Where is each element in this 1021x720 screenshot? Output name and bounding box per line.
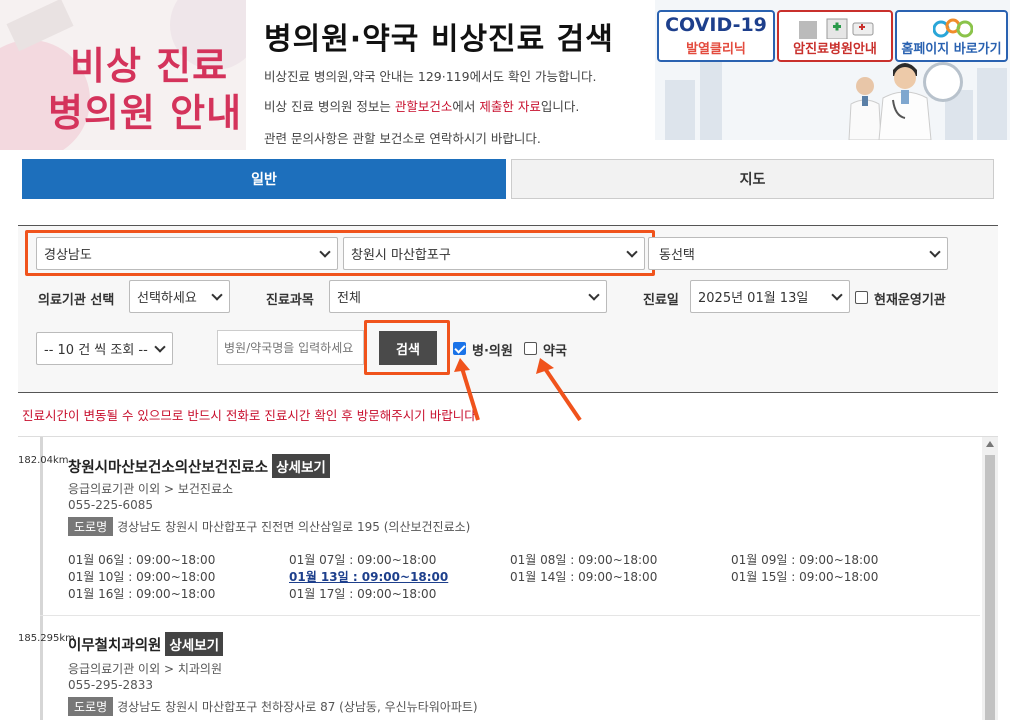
hours-entry: 01월 08일 : 09:00~18:00: [510, 553, 658, 567]
date-select-value: 2025년 01월 13일: [698, 291, 809, 306]
tab-map[interactable]: 지도: [511, 159, 994, 199]
timeline-divider: [40, 437, 43, 720]
divider: [40, 615, 980, 616]
facility-phone: 055-225-6085: [68, 498, 154, 512]
dong-select-value: 동선택: [659, 248, 695, 263]
chevron-down-icon: [831, 289, 843, 301]
facility-address: 도로명 경상남도 창원시 마산합포구 진전면 의산삼일로 195 (의산보건진료소…: [68, 517, 470, 536]
province-select-value: 경상남도: [44, 248, 92, 263]
open-now-label: 현재운영기관: [874, 293, 946, 308]
facility-address: 도로명 경상남도 창원시 마산합포구 천하장사로 87 (상남동, 우신뉴타워아파…: [68, 697, 478, 716]
department-select[interactable]: 전체: [329, 280, 607, 313]
hours-entry-today[interactable]: 01월 13일 : 09:00~18:00: [289, 568, 448, 585]
address-text: 경상남도 창원시 마산합포구 천하장사로 87 (상남동, 우신뉴타워아파트): [117, 700, 478, 714]
search-button[interactable]: 검색: [379, 331, 437, 365]
address-text: 경상남도 창원시 마산합포구 진전면 의산삼일로 195 (의산보건진료소): [117, 520, 471, 534]
facility-name: 이무철치과의원 상세보기: [68, 632, 224, 656]
page-size-select-value: -- 10 건 씩 조회 --: [44, 343, 148, 358]
facility-type: 응급의료기관 이외 > 보건진료소: [68, 482, 234, 496]
header-logo-banner: 비상 진료 병의원 안내: [0, 0, 246, 150]
hours-entry: 01월 09일 : 09:00~18:00: [731, 553, 879, 567]
page-title: 병의원·약국 비상진료 검색: [264, 22, 614, 57]
hospital-checkbox[interactable]: [453, 342, 466, 355]
department-select-value: 전체: [337, 291, 361, 306]
facility-select-value: 선택하세요: [137, 291, 197, 306]
info-text-1: 비상진료 병의원,약국 안내는 129·119에서도 확인 가능합니다.: [264, 69, 597, 84]
building-graphic: [700, 60, 722, 140]
facility-name-text: 창원시마산보건소의산보건진료소: [68, 460, 269, 476]
facility-phone: 055-295-2833: [68, 678, 154, 692]
facility-name: 창원시마산보건소의산보건진료소 상세보기: [68, 454, 330, 478]
department-label: 진료과목: [266, 293, 314, 308]
results-list: 182.04km 창원시마산보건소의산보건진료소 상세보기 응급의료기관 이외 >…: [18, 436, 998, 720]
road-name-tag: 도로명: [68, 517, 114, 536]
facility-label: 의료기관 선택: [38, 293, 115, 308]
hours-entry: 01월 10일 : 09:00~18:00: [68, 570, 216, 584]
road-name-tag: 도로명: [68, 697, 114, 716]
building-graphic: [665, 80, 695, 140]
chevron-down-icon: [929, 246, 941, 258]
hours-entry: 01월 06일 : 09:00~18:00: [68, 553, 216, 567]
scroll-up-arrow-icon[interactable]: [986, 441, 994, 447]
hospital-icon: [799, 18, 874, 39]
province-select[interactable]: 경상남도: [36, 237, 338, 270]
pharmacy-checkbox-label: 약국: [543, 344, 567, 359]
cancer-hospital-banner[interactable]: 암진료병원안내: [777, 10, 893, 62]
date-label: 진료일: [643, 293, 679, 308]
building-graphic: [977, 68, 1007, 140]
chevron-down-icon: [154, 341, 166, 353]
info-text-2: 비상 진료 병의원 정보는 관할보건소에서 제출한 자료입니다.: [264, 99, 580, 114]
info-text-3: 관련 문의사항은 관할 보건소로 연락하시기 바랍니다.: [264, 131, 541, 146]
chevron-down-icon: [588, 289, 600, 301]
open-now-checkbox[interactable]: [855, 291, 868, 304]
facility-name-text: 이무철치과의원: [68, 638, 162, 654]
distance-label: 182.04km: [18, 455, 69, 466]
search-input[interactable]: [217, 330, 364, 365]
scrollbar-thumb[interactable]: [985, 455, 995, 720]
city-select[interactable]: 창원시 마산합포구: [343, 237, 645, 270]
date-select[interactable]: 2025년 01월 13일: [690, 280, 850, 313]
distance-label: 185.295km: [18, 633, 75, 644]
cancer-banner-label: 암진료병원안내: [793, 42, 877, 57]
covid-subtitle: 발열클리닉: [686, 42, 746, 57]
page-size-select[interactable]: -- 10 건 씩 조회 --: [36, 332, 173, 365]
facility-type: 응급의료기관 이외 > 치과의원: [68, 662, 222, 676]
facility-select[interactable]: 선택하세요: [129, 280, 230, 313]
header-right-banner: COVID-19 발열클리닉 암진료병원안내 홈페이지 바로가기: [655, 0, 1010, 140]
logo-line-2: 병의원 안내: [48, 91, 243, 135]
city-select-value: 창원시 마산합포구: [351, 248, 451, 263]
detail-button[interactable]: 상세보기: [272, 454, 330, 478]
tab-general[interactable]: 일반: [22, 159, 506, 199]
detail-button[interactable]: 상세보기: [165, 632, 224, 656]
notice-text: 진료시간이 변동될 수 있으므로 반드시 전화로 진료시간 확인 후 방문해주시…: [22, 408, 480, 423]
dong-select[interactable]: 동선택: [648, 237, 948, 270]
chevron-down-icon: [626, 246, 638, 258]
doctor-figure: [878, 63, 932, 140]
hours-entry: 01월 16일 : 09:00~18:00: [68, 587, 216, 601]
hours-entry: 01월 17일 : 09:00~18:00: [289, 587, 437, 601]
hours-entry: 01월 14일 : 09:00~18:00: [510, 570, 658, 584]
chevron-down-icon: [319, 246, 331, 258]
hours-entry: 01월 15일 : 09:00~18:00: [731, 570, 879, 584]
covid-title: COVID-19: [665, 14, 767, 36]
scrollbar[interactable]: [982, 437, 998, 720]
pharmacy-checkbox[interactable]: [524, 342, 537, 355]
hospital-checkbox-label: 병·의원: [472, 344, 513, 359]
homepage-banner-label: 홈페이지 바로가기: [901, 42, 1002, 57]
homepage-banner[interactable]: 홈페이지 바로가기: [895, 10, 1008, 62]
covid-clinic-banner[interactable]: COVID-19 발열클리닉: [657, 10, 775, 62]
chevron-down-icon: [211, 289, 223, 301]
hours-entry: 01월 07일 : 09:00~18:00: [289, 553, 437, 567]
